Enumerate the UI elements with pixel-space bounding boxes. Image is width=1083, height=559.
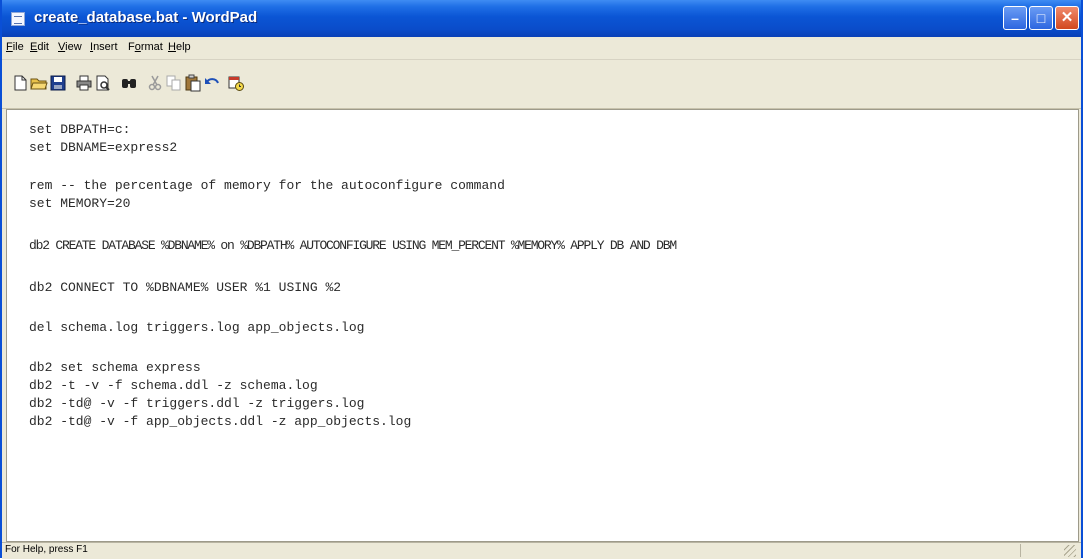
print-preview-icon[interactable] xyxy=(94,74,112,92)
wordpad-window: create_database.bat - WordPad – □ ✕ File… xyxy=(0,0,1083,559)
code-line: rem -- the percentage of memory for the … xyxy=(29,178,505,193)
code-line: set MEMORY=20 xyxy=(29,196,131,211)
code-line: db2 -td@ -v -f triggers.ddl -z triggers.… xyxy=(29,396,365,411)
menu-help[interactable]: Help xyxy=(168,41,191,53)
code-line: set DBPATH=c: xyxy=(29,122,131,137)
paste-icon[interactable] xyxy=(184,74,202,92)
menu-bar: File Edit View Insert Format Help xyxy=(2,37,1081,60)
cut-icon[interactable] xyxy=(146,74,164,92)
code-line: del schema.log triggers.log app_objects.… xyxy=(29,320,365,335)
code-line: db2 set schema express xyxy=(29,360,201,375)
code-line: db2 CONNECT TO %DBNAME% USER %1 USING %2 xyxy=(29,280,342,295)
toolbar xyxy=(2,60,1081,109)
menu-insert[interactable]: Insert xyxy=(90,41,118,53)
menu-file[interactable]: File xyxy=(6,41,24,53)
code-line: db2 -t -v -f schema.ddl -z schema.log xyxy=(29,378,318,393)
resize-grip-icon[interactable] xyxy=(1064,545,1076,557)
menu-edit[interactable]: Edit xyxy=(30,41,49,53)
status-pane xyxy=(1020,544,1061,557)
menu-format[interactable]: Format xyxy=(128,41,163,53)
print-icon[interactable] xyxy=(75,74,93,92)
insert-date-time-icon[interactable] xyxy=(227,74,245,92)
minimize-button[interactable]: – xyxy=(1003,6,1027,30)
code-line: db2 -td@ -v -f app_objects.ddl -z app_ob… xyxy=(29,414,412,429)
code-line: set DBNAME=express2 xyxy=(29,140,178,155)
status-text: For Help, press F1 xyxy=(5,544,88,555)
window-title: create_database.bat - WordPad xyxy=(34,9,258,26)
undo-icon[interactable] xyxy=(203,74,221,92)
maximize-button[interactable]: □ xyxy=(1029,6,1053,30)
title-bar[interactable]: create_database.bat - WordPad – □ ✕ xyxy=(2,0,1081,37)
document-editor[interactable]: set DBPATH=c: set DBNAME=express2 rem --… xyxy=(6,109,1079,542)
code-line: db2 CREATE DATABASE %DBNAME% on %DBPATH%… xyxy=(29,238,677,253)
menu-view[interactable]: View xyxy=(58,41,82,53)
new-icon[interactable] xyxy=(11,74,29,92)
wordpad-app-icon[interactable] xyxy=(11,12,25,26)
copy-icon[interactable] xyxy=(165,74,183,92)
open-icon[interactable] xyxy=(30,74,48,92)
save-icon[interactable] xyxy=(49,74,67,92)
status-bar: For Help, press F1 xyxy=(2,542,1081,559)
close-button[interactable]: ✕ xyxy=(1055,6,1079,30)
find-icon[interactable] xyxy=(120,74,138,92)
